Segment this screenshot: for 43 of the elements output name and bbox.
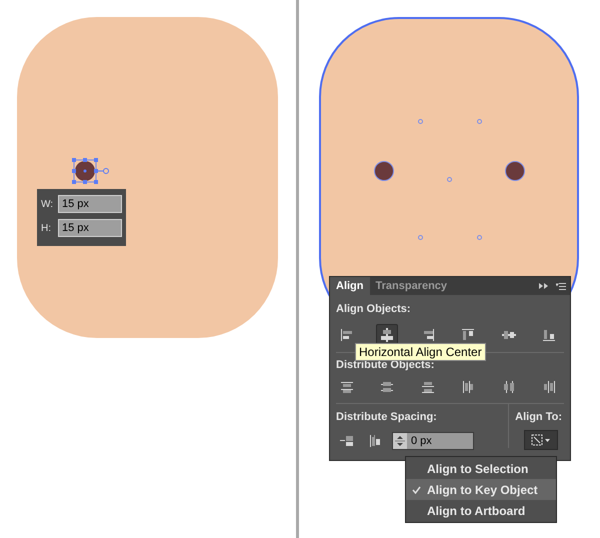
align-icon [420,380,435,394]
align-icon [542,380,556,394]
align-icon [461,328,476,342]
align-icon [380,328,394,342]
field-label: W: [41,198,54,212]
align-icon [502,380,516,394]
stepper-icon[interactable] [393,432,407,448]
align-icon [340,434,354,448]
panel-tab[interactable]: Align [330,277,370,295]
menu-item-label: Align to Artboard [427,502,526,520]
anchor-point [447,177,452,182]
align-icon [461,380,476,394]
field-label: H: [41,222,52,236]
section-title: Distribute Spacing: [336,410,438,425]
menu-item-label: Align to Selection [427,460,528,478]
panel-tab[interactable]: Transparency [370,277,454,295]
selected-eye-drawing [71,157,111,185]
size-field[interactable]: 15 px [58,195,122,213]
menu-item[interactable]: Align to Artboard [406,500,556,521]
anchor-point [418,235,423,240]
align-icon [340,328,354,342]
align-icon [380,380,394,394]
section-title: Align To: [515,410,562,425]
align-icon [340,380,354,394]
align-button[interactable] [376,324,398,346]
align-icon [368,434,382,448]
menu-item[interactable]: Align to Key Object [406,479,556,500]
align-to-dropdown[interactable] [524,430,558,450]
section-title: Align Objects: [336,302,412,317]
key-object-icon [531,434,551,446]
menu-item-label: Align to Key Object [427,482,538,498]
field-value: 0 px [410,434,433,448]
menu-icon[interactable] [556,282,566,290]
section-title: Distribute Objects: [336,358,436,372]
menu-item[interactable]: Align to Selection [406,458,556,479]
anchor-point [477,119,482,124]
collapse-icon[interactable] [539,283,548,289]
size-field[interactable]: 15 px [58,219,122,237]
anchor-point [477,235,482,240]
tooltip: Horizontal Align Center [355,343,486,361]
anchor-point [418,119,423,124]
spacing-field[interactable]: 0 px [392,432,474,450]
align-icon [542,328,556,342]
